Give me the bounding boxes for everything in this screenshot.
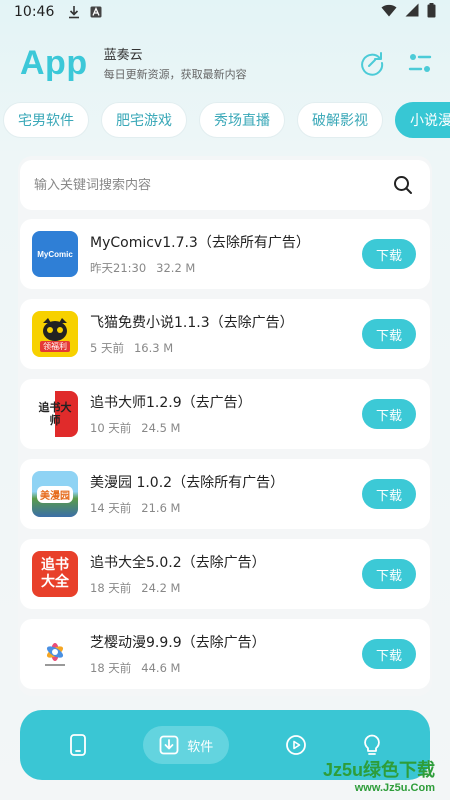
refresh-button[interactable] <box>358 49 386 77</box>
app-subtitle: 每日更新资源，获取最新内容 <box>103 68 247 81</box>
item-name: 飞猫免费小说1.1.3（去除广告） <box>90 315 294 331</box>
app-title: App <box>20 43 88 82</box>
app-name: 蓝奏云 <box>103 48 143 63</box>
item-size: 16.3 M <box>133 341 174 355</box>
download-button[interactable]: 下载 <box>362 559 416 589</box>
search-input[interactable] <box>34 177 392 193</box>
download-status-icon <box>68 5 80 19</box>
item-size: 24.5 M <box>141 421 181 435</box>
notification-a-icon <box>90 6 102 18</box>
search-bar <box>20 160 430 210</box>
category-tabs: 宅男软件 肥宅游戏 秀场直播 破解影视 小说漫画 <box>0 102 450 140</box>
svg-text:Jz5u绿色下载: Jz5u绿色下载 <box>323 759 435 780</box>
feimao-app-icon: 领福利 <box>32 311 78 357</box>
refresh-icon <box>361 52 384 76</box>
tab-category-0[interactable]: 宅男软件 <box>3 102 89 138</box>
list-item[interactable]: MyComic MyComicv1.7.3（去除所有广告） 昨天21:30 32.… <box>20 219 430 289</box>
search-icon[interactable] <box>392 174 414 196</box>
filter-icon <box>408 54 432 72</box>
watermark-logo: Jz5u绿色下载 www.Jz5u.Com <box>290 758 440 800</box>
zhuishu-daquan-app-icon: 追书大全 <box>32 551 78 597</box>
phone-icon <box>69 734 86 756</box>
nav-software[interactable]: 软件 <box>143 726 230 764</box>
signal-icon <box>405 3 419 21</box>
item-size: 21.6 M <box>141 501 181 515</box>
list-item[interactable]: 芝樱动漫9.9.9（去除广告） 18 天前 44.6 M 下载 <box>20 619 430 689</box>
wifi-icon <box>381 4 397 21</box>
list-item[interactable]: 领福利 飞猫免费小说1.1.3（去除广告） 5 天前 16.3 M 下载 <box>20 299 430 369</box>
filter-button[interactable] <box>406 49 434 77</box>
item-time: 10 天前 <box>90 421 132 435</box>
nav-phone[interactable] <box>68 726 88 764</box>
zhuishu-dashi-app-icon: 追书大师 <box>32 391 78 437</box>
status-time: 10:46 <box>14 4 55 20</box>
item-name: 美漫园 1.0.2（去除所有广告） <box>90 475 285 491</box>
item-time: 18 天前 <box>90 661 132 675</box>
item-size: 44.6 M <box>141 661 181 675</box>
item-size: 24.2 M <box>141 581 181 595</box>
tab-category-1[interactable]: 肥宅游戏 <box>101 102 187 138</box>
item-time: 18 天前 <box>90 581 132 595</box>
tab-category-4[interactable]: 小说漫画 <box>395 102 450 138</box>
item-name: 芝樱动漫9.9.9（去除广告） <box>90 635 266 651</box>
app-meta: 蓝奏云 每日更新资源，获取最新内容 <box>104 44 247 82</box>
list-item[interactable]: 追书大全 追书大全5.0.2（去除广告） 18 天前 24.2 M 下载 <box>20 539 430 609</box>
item-name: 追书大全5.0.2（去除广告） <box>90 555 266 571</box>
download-icon <box>159 735 179 755</box>
mycomic-app-icon: MyComic <box>32 231 78 277</box>
meimanyuan-app-icon: 美漫园 <box>32 471 78 517</box>
header-actions <box>358 49 434 77</box>
nav-software-label: 软件 <box>187 739 214 755</box>
download-button[interactable]: 下载 <box>362 399 416 429</box>
tab-category-2[interactable]: 秀场直播 <box>199 102 285 138</box>
header: App 蓝奏云 每日更新资源，获取最新内容 <box>20 42 434 84</box>
zhiying-app-icon <box>32 631 78 677</box>
item-time: 昨天21:30 <box>90 261 147 275</box>
item-name: MyComicv1.7.3（去除所有广告） <box>90 235 310 251</box>
tab-category-3[interactable]: 破解影视 <box>297 102 383 138</box>
list-item[interactable]: 美漫园 美漫园 1.0.2（去除所有广告） 14 天前 21.6 M 下载 <box>20 459 430 529</box>
item-name: 追书大师1.2.9（去广告） <box>90 395 252 411</box>
lightbulb-icon <box>364 734 381 755</box>
play-icon <box>285 735 306 755</box>
battery-icon <box>427 2 436 22</box>
item-time: 5 天前 <box>90 341 124 355</box>
download-button[interactable]: 下载 <box>362 639 416 669</box>
download-button[interactable]: 下载 <box>362 239 416 269</box>
svg-text:www.Jz5u.Com: www.Jz5u.Com <box>354 782 435 794</box>
download-button[interactable]: 下载 <box>362 479 416 509</box>
download-button[interactable]: 下载 <box>362 319 416 349</box>
status-bar: 10:46 <box>0 0 450 24</box>
list-item[interactable]: 追书大师 追书大师1.2.9（去广告） 10 天前 24.5 M 下载 <box>20 379 430 449</box>
item-time: 14 天前 <box>90 501 132 515</box>
item-size: 32.2 M <box>156 261 196 275</box>
